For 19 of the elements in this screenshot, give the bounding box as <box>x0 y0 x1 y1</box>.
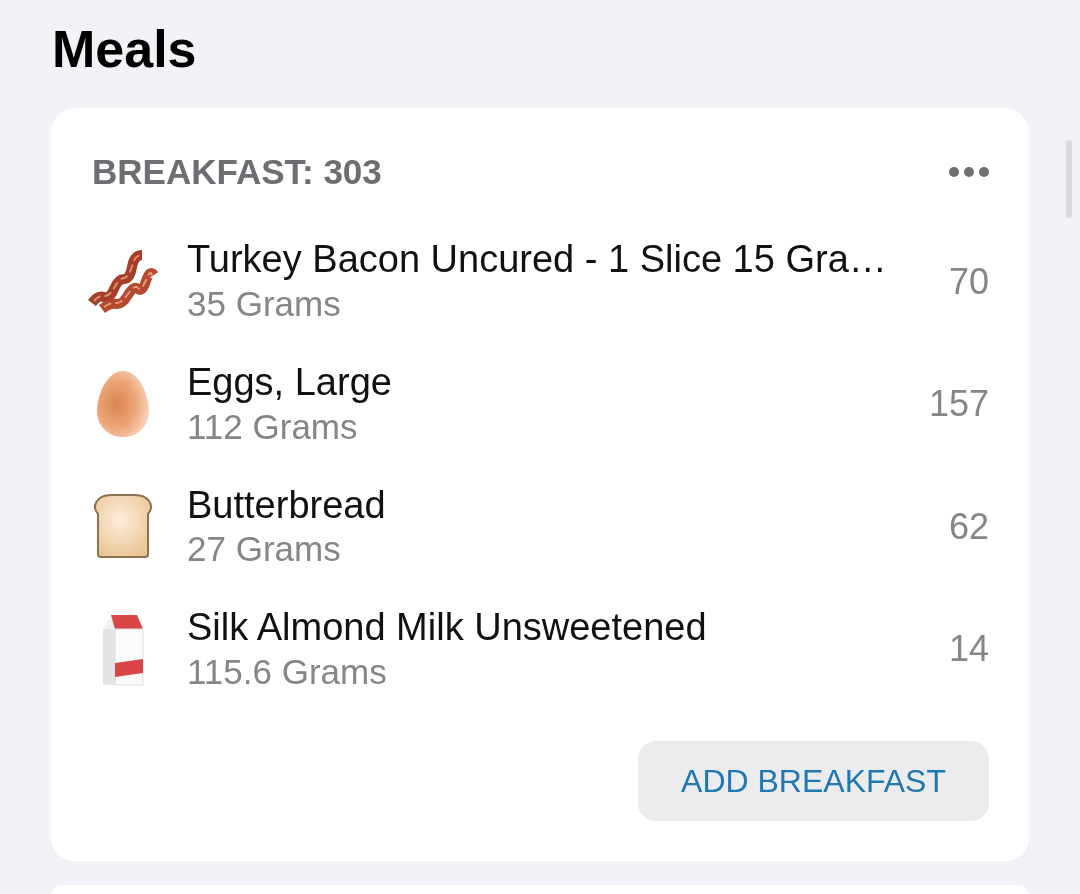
bacon-icon <box>88 249 158 314</box>
calorie-count: 62 <box>948 504 989 548</box>
meal-header: BREAKFAST: 303 <box>91 151 382 194</box>
more-icon[interactable] <box>949 167 989 178</box>
food-name[interactable]: Eggs, Large <box>187 360 909 406</box>
page-title: Meals <box>52 19 198 80</box>
food-name[interactable]: Silk Almond Milk Unsweetened <box>187 605 929 651</box>
calorie-count: 14 <box>948 627 989 671</box>
food-name[interactable]: Turkey Bacon Uncured - 1 Slice 15 Gra… <box>187 237 929 283</box>
calorie-count: 70 <box>948 259 989 303</box>
food-amount: 112 Grams <box>187 405 359 448</box>
scrollbar-thumb[interactable] <box>1066 140 1072 218</box>
calorie-count: 157 <box>928 382 989 426</box>
food-amount: 27 Grams <box>187 528 342 571</box>
food-amount: 35 Grams <box>187 283 342 325</box>
add-breakfast-button[interactable]: ADD BREAKFAST <box>638 740 989 821</box>
food-name[interactable]: Butterbread <box>187 482 929 529</box>
food-amount: 115.6 Grams <box>187 650 388 693</box>
egg-icon <box>95 368 151 439</box>
